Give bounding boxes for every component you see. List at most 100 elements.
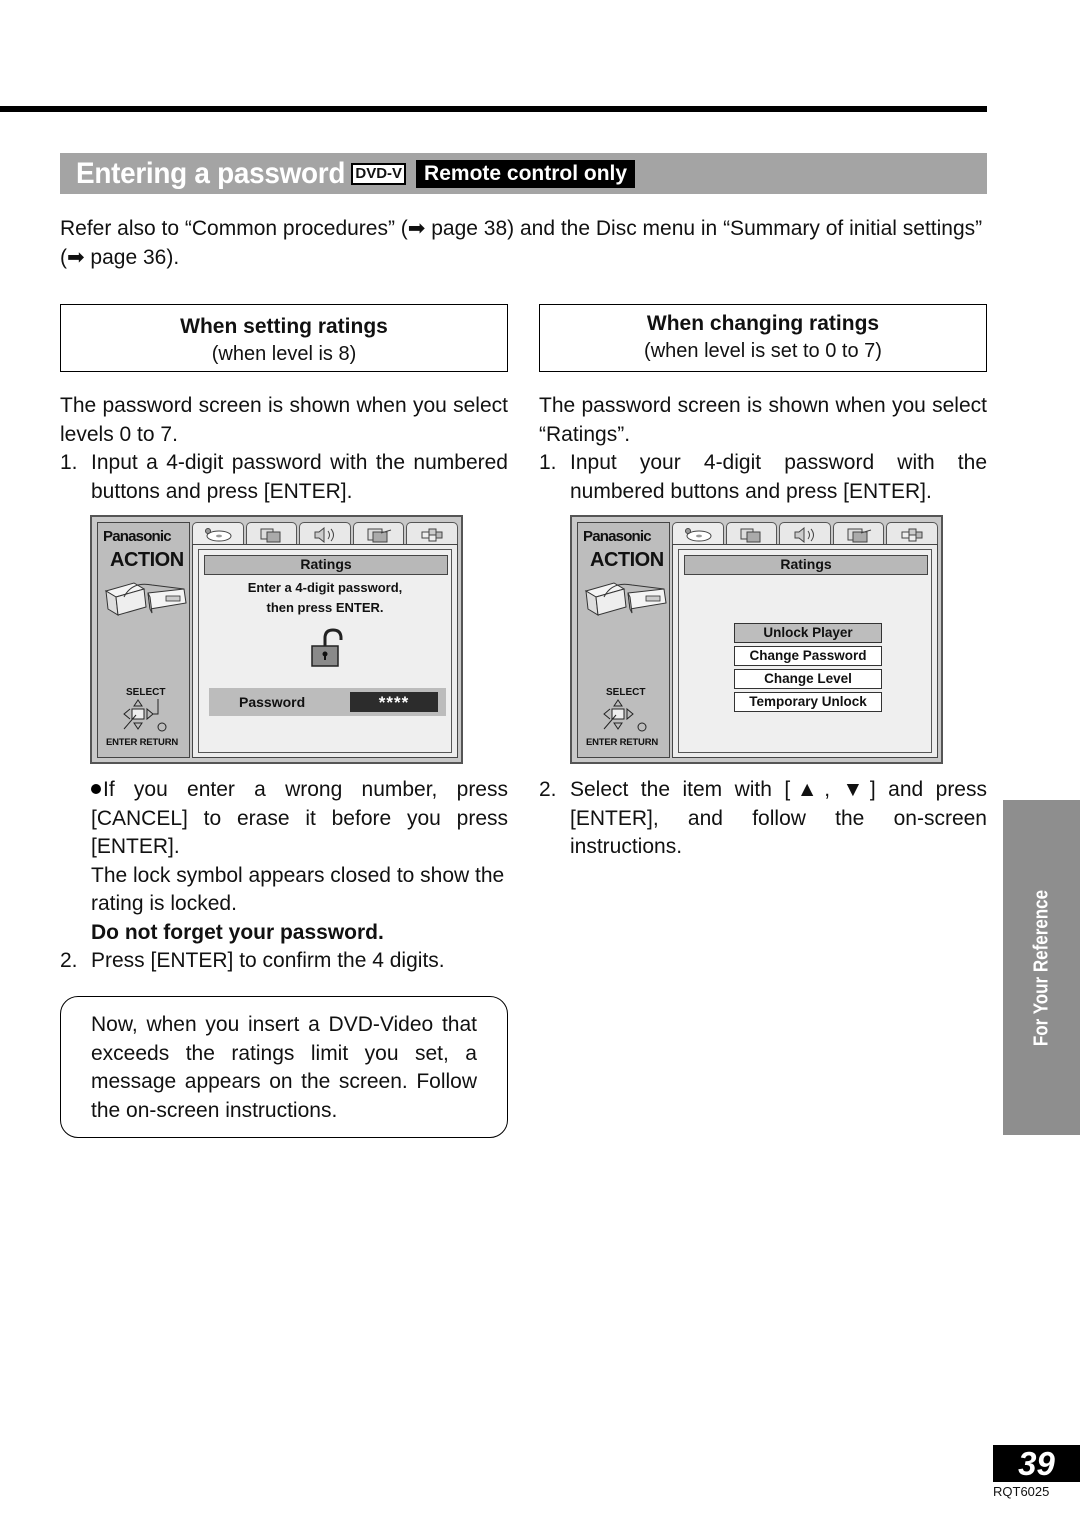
player-illustration-icon: [584, 582, 667, 616]
bullet-spacer: [60, 776, 91, 862]
tab-other: [406, 522, 458, 546]
audio-icon: [794, 526, 814, 543]
changing-ratings-heading: When changing ratings: [646, 312, 880, 335]
lock-note-text: The lock symbol appears closed to show t…: [91, 863, 505, 916]
disc-icon: [204, 527, 232, 541]
right-step-1: 1. Input your 4-digit password with the …: [539, 449, 987, 506]
action-label: ACTION: [110, 549, 184, 571]
dvd-ratings-note: Now, when you insert a DVD-Video that ex…: [60, 996, 508, 1138]
setting-ratings-heading: When setting ratings: [180, 315, 388, 338]
step-text: Input a 4-digit password with the number…: [91, 451, 508, 503]
unlocked-padlock-icon: [311, 628, 343, 667]
osd-tabs: [672, 522, 938, 546]
menu-item-change-password[interactable]: Change Password: [734, 646, 882, 666]
dpad-icon: [123, 699, 167, 732]
warning: Do not forget your password.: [60, 919, 508, 948]
video-icon: [260, 528, 281, 542]
display-icon: [367, 528, 391, 542]
osd-panel-inner: Ratings Unlock Player Change Password Ch…: [678, 549, 932, 753]
step-text: Input your 4-digit password with the num…: [570, 451, 987, 503]
select-label: SELECT: [126, 687, 166, 698]
step-text: Press [ENTER] to confirm the 4 digits.: [91, 949, 445, 972]
right-column-intro: The password screen is shown when you se…: [539, 392, 987, 506]
bullet-text-wrap: If you enter a wrong number, press [CANC…: [91, 776, 508, 862]
wrong-number-bullet: If you enter a wrong number, press [CANC…: [60, 776, 508, 862]
panel-title: Ratings: [684, 555, 928, 575]
tab-display: [832, 522, 885, 546]
document-code: RQT6025: [993, 1484, 1050, 1499]
enter-return-label: ENTER RETURN: [106, 737, 179, 748]
step-number: 2.: [539, 778, 557, 801]
bullet-text: If you enter a wrong number, press [CANC…: [91, 778, 508, 858]
disc-icon: [684, 527, 712, 541]
page-number: 39: [993, 1445, 1080, 1482]
dvd-v-badge: DVD-V: [351, 162, 407, 185]
step-text: Select the item with [▲, ▼] and press [E…: [570, 778, 987, 858]
setting-ratings-heading-box: When setting ratings (when level is 8): [60, 304, 508, 372]
tab-audio: [779, 522, 831, 546]
section-title: Entering a password: [76, 156, 346, 190]
brand-logo: Panasonic: [583, 528, 652, 545]
tab-disc: [192, 522, 244, 546]
password-input[interactable]: ****: [350, 692, 438, 712]
tab-display: [352, 522, 405, 546]
changing-ratings-subheading: (when level is set to 0 to 7): [644, 340, 882, 362]
password-prompt: Enter a 4-digit password, then press ENT…: [199, 578, 451, 618]
password-field-row: Password ****: [209, 688, 446, 716]
setting-ratings-subheading: (when level is 8): [211, 343, 357, 365]
password-label: Password: [239, 694, 306, 710]
tab-audio: [299, 522, 351, 546]
intro-text: Refer also to “Common procedures” (➡ pag…: [60, 217, 983, 269]
osd-panel: Ratings Enter a 4-digit password, then p…: [192, 544, 458, 758]
ratings-menu: Unlock Player Change Password Change Lev…: [734, 623, 882, 715]
player-illustration-icon: [104, 582, 187, 616]
right-column-details: 2. Select the item with [▲, ▼] and press…: [539, 776, 987, 862]
section-side-tab: For Your Reference: [1003, 800, 1080, 1135]
top-rule: [0, 106, 987, 112]
bullet-icon: [91, 784, 101, 794]
tab-video: [245, 522, 298, 546]
ratings-menu-screen: Panasonic ACTION SELECT ENTER RETURN Rat…: [570, 515, 943, 764]
tab-disc: [672, 522, 724, 546]
dpad-icon: [603, 699, 647, 732]
step-number: 2.: [60, 949, 78, 972]
video-icon: [740, 528, 761, 542]
other-icon: [421, 528, 443, 541]
prompt-line-1: Enter a 4-digit password,: [247, 580, 403, 595]
note-text: Now, when you insert a DVD-Video that ex…: [91, 1013, 477, 1122]
changing-ratings-heading-box: When changing ratings (when level is set…: [539, 304, 987, 372]
enter-return-label: ENTER RETURN: [586, 737, 659, 748]
section-title-bar: Entering a password DVD-V Remote control…: [60, 153, 987, 194]
left-column-intro: The password screen is shown when you se…: [60, 392, 508, 506]
left-step-1: 1. Input a 4-digit password with the num…: [60, 449, 508, 506]
panel-title: Ratings: [204, 555, 448, 575]
left-column-details: If you enter a wrong number, press [CANC…: [60, 776, 508, 976]
menu-item-unlock-player[interactable]: Unlock Player: [734, 623, 882, 643]
right-step-2: 2. Select the item with [▲, ▼] and press…: [539, 776, 987, 862]
other-icon: [901, 528, 923, 541]
action-label: ACTION: [590, 549, 664, 571]
remote-only-badge: Remote control only: [416, 159, 636, 188]
audio-icon: [314, 526, 334, 543]
left-para: The password screen is shown when you se…: [60, 394, 508, 446]
menu-item-temporary-unlock[interactable]: Temporary Unlock: [734, 692, 882, 712]
right-para: The password screen is shown when you se…: [539, 394, 987, 446]
brand-logo: Panasonic: [103, 528, 172, 545]
warning-text: Do not forget your password.: [91, 920, 384, 944]
osd-panel-inner: Ratings Enter a 4-digit password, then p…: [198, 549, 452, 753]
side-tab-label: For Your Reference: [1030, 889, 1052, 1046]
osd-sidebar: Panasonic ACTION SELECT ENTER RETURN: [577, 522, 670, 758]
left-step-2: 2. Press [ENTER] to confirm the 4 digits…: [60, 947, 508, 976]
password-entry-screen: Panasonic ACTION SELECT ENTER RETURN Rat…: [90, 515, 463, 764]
select-label: SELECT: [606, 687, 646, 698]
tab-other: [886, 522, 938, 546]
display-icon: [847, 528, 871, 542]
tab-video: [725, 522, 778, 546]
prompt-line-2: then press ENTER.: [266, 600, 384, 615]
osd-panel: Ratings Unlock Player Change Password Ch…: [672, 544, 938, 758]
step-number: 1.: [60, 451, 78, 474]
menu-item-change-level[interactable]: Change Level: [734, 669, 882, 689]
step-number: 1.: [539, 451, 557, 474]
